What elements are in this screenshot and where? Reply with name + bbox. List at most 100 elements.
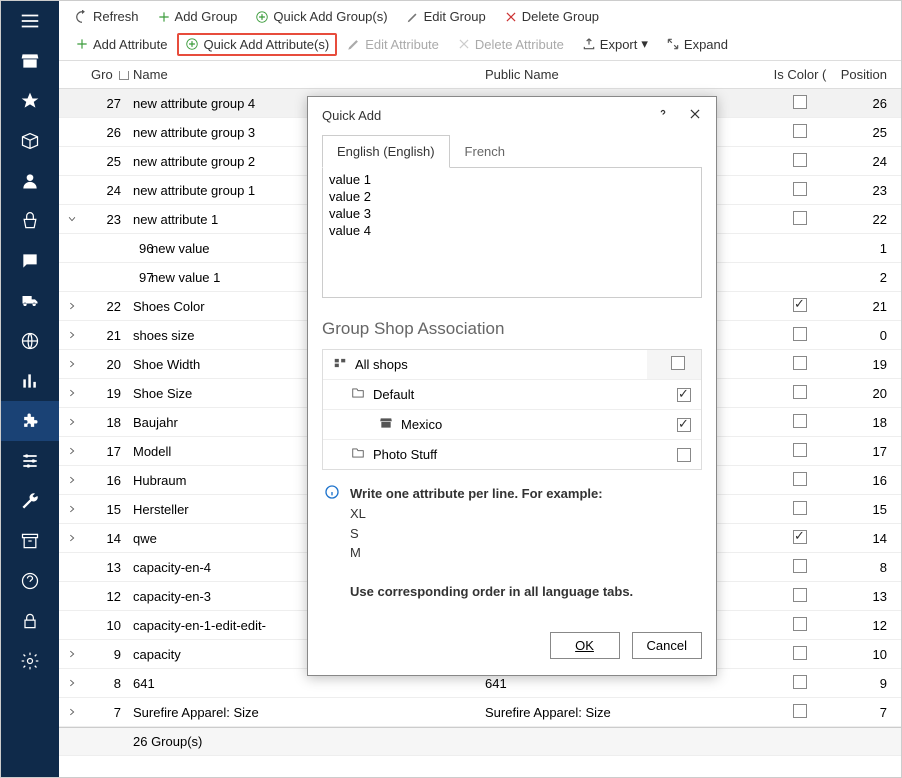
is-color-checkbox[interactable] [793,356,807,370]
col-gro[interactable]: Gro [91,67,127,82]
attributes-textarea[interactable] [322,168,702,298]
truck-icon[interactable] [1,281,59,321]
expand-icon[interactable] [67,357,79,369]
shop-photo[interactable]: Photo Stuff [323,440,701,469]
quick-add-groups-button[interactable]: Quick Add Group(s) [247,5,395,28]
sliders-icon[interactable] [1,441,59,481]
table-row[interactable]: 7Surefire Apparel: SizeSurefire Apparel:… [59,698,901,727]
store-icon[interactable] [1,41,59,81]
cell-position: 2 [835,270,901,285]
quick-add-attributes-button[interactable]: Quick Add Attribute(s) [177,33,337,56]
help-icon[interactable] [1,561,59,601]
star-icon[interactable] [1,81,59,121]
expand-icon[interactable] [67,328,79,340]
delete-group-label: Delete Group [522,9,599,24]
is-color-checkbox[interactable] [793,675,807,689]
tab-english[interactable]: English (English) [322,135,450,168]
expand-icon[interactable] [67,386,79,398]
expand-icon[interactable] [67,183,79,195]
chat-icon[interactable] [1,241,59,281]
expand-button[interactable]: Expand [658,33,736,56]
shop-mexico-checkbox[interactable] [677,418,691,432]
refresh-button[interactable]: Refresh [67,5,147,28]
modal-help-icon[interactable] [656,107,670,124]
add-group-button[interactable]: Add Group [149,5,246,28]
basket-icon[interactable] [1,201,59,241]
is-color-checkbox[interactable] [793,646,807,660]
puzzle-icon[interactable] [1,401,59,441]
is-color-checkbox[interactable] [793,327,807,341]
is-color-checkbox[interactable] [793,182,807,196]
gear-icon[interactable] [1,641,59,681]
is-color-checkbox[interactable] [793,530,807,544]
person-icon[interactable] [1,161,59,201]
expand-icon[interactable] [67,241,79,253]
wrench-icon[interactable] [1,481,59,521]
cell-position: 12 [835,618,901,633]
is-color-checkbox[interactable] [793,443,807,457]
col-name[interactable]: Name [127,67,485,82]
expand-icon[interactable] [67,473,79,485]
shop-all-checkbox[interactable] [671,356,685,370]
export-button[interactable]: Export ▾ [574,32,656,56]
expand-icon[interactable] [67,647,79,659]
shop-all[interactable]: All shops [323,350,701,380]
col-position[interactable]: Position [835,67,901,82]
expand-icon[interactable] [67,212,79,224]
ok-button[interactable]: OK [550,632,620,659]
is-color-checkbox[interactable] [793,298,807,312]
is-color-checkbox[interactable] [793,385,807,399]
tab-french[interactable]: French [450,135,520,168]
is-color-checkbox[interactable] [793,414,807,428]
info-line3: S [350,526,359,541]
is-color-checkbox[interactable] [793,153,807,167]
cancel-button[interactable]: Cancel [632,632,702,659]
is-color-checkbox[interactable] [793,95,807,109]
is-color-checkbox[interactable] [793,124,807,138]
expand-icon[interactable] [67,444,79,456]
expand-icon[interactable] [67,589,79,601]
is-color-checkbox[interactable] [793,617,807,631]
box-icon[interactable] [1,121,59,161]
lock-icon[interactable] [1,601,59,641]
is-color-checkbox[interactable] [793,472,807,486]
menu-icon[interactable] [1,1,59,41]
expand-icon[interactable] [67,415,79,427]
globe-icon[interactable] [1,321,59,361]
expand-icon[interactable] [67,676,79,688]
expand-icon[interactable] [67,560,79,572]
expand-icon[interactable] [67,154,79,166]
add-attribute-button[interactable]: Add Attribute [67,33,175,56]
expand-icon[interactable] [67,125,79,137]
is-color-checkbox[interactable] [793,559,807,573]
is-color-checkbox[interactable] [793,588,807,602]
chart-icon[interactable] [1,361,59,401]
shop-default[interactable]: Default [323,380,701,410]
group-shop-title: Group Shop Association [322,319,702,339]
col-iscolor[interactable]: Is Color ( [765,67,835,82]
add-attribute-label: Add Attribute [93,37,167,52]
cell-position: 0 [835,328,901,343]
shop-mexico[interactable]: Mexico [323,410,701,440]
grid-header: Gro Name Public Name Is Color ( Position [59,61,901,89]
expand-icon[interactable] [67,618,79,630]
archive-icon[interactable] [1,521,59,561]
cell-position: 14 [835,531,901,546]
delete-group-button[interactable]: Delete Group [496,5,607,28]
expand-icon[interactable] [67,531,79,543]
shop-default-checkbox[interactable] [677,388,691,402]
store-icon [379,416,393,433]
edit-group-button[interactable]: Edit Group [398,5,494,28]
expand-icon[interactable] [67,502,79,514]
expand-icon[interactable] [67,299,79,311]
expand-icon[interactable] [67,705,79,717]
col-public[interactable]: Public Name [485,67,765,82]
expand-icon[interactable] [67,270,79,282]
shop-photo-checkbox[interactable] [677,448,691,462]
close-icon[interactable] [688,107,702,124]
refresh-label: Refresh [93,9,139,24]
is-color-checkbox[interactable] [793,501,807,515]
expand-icon[interactable] [67,96,79,108]
is-color-checkbox[interactable] [793,704,807,718]
is-color-checkbox[interactable] [793,211,807,225]
